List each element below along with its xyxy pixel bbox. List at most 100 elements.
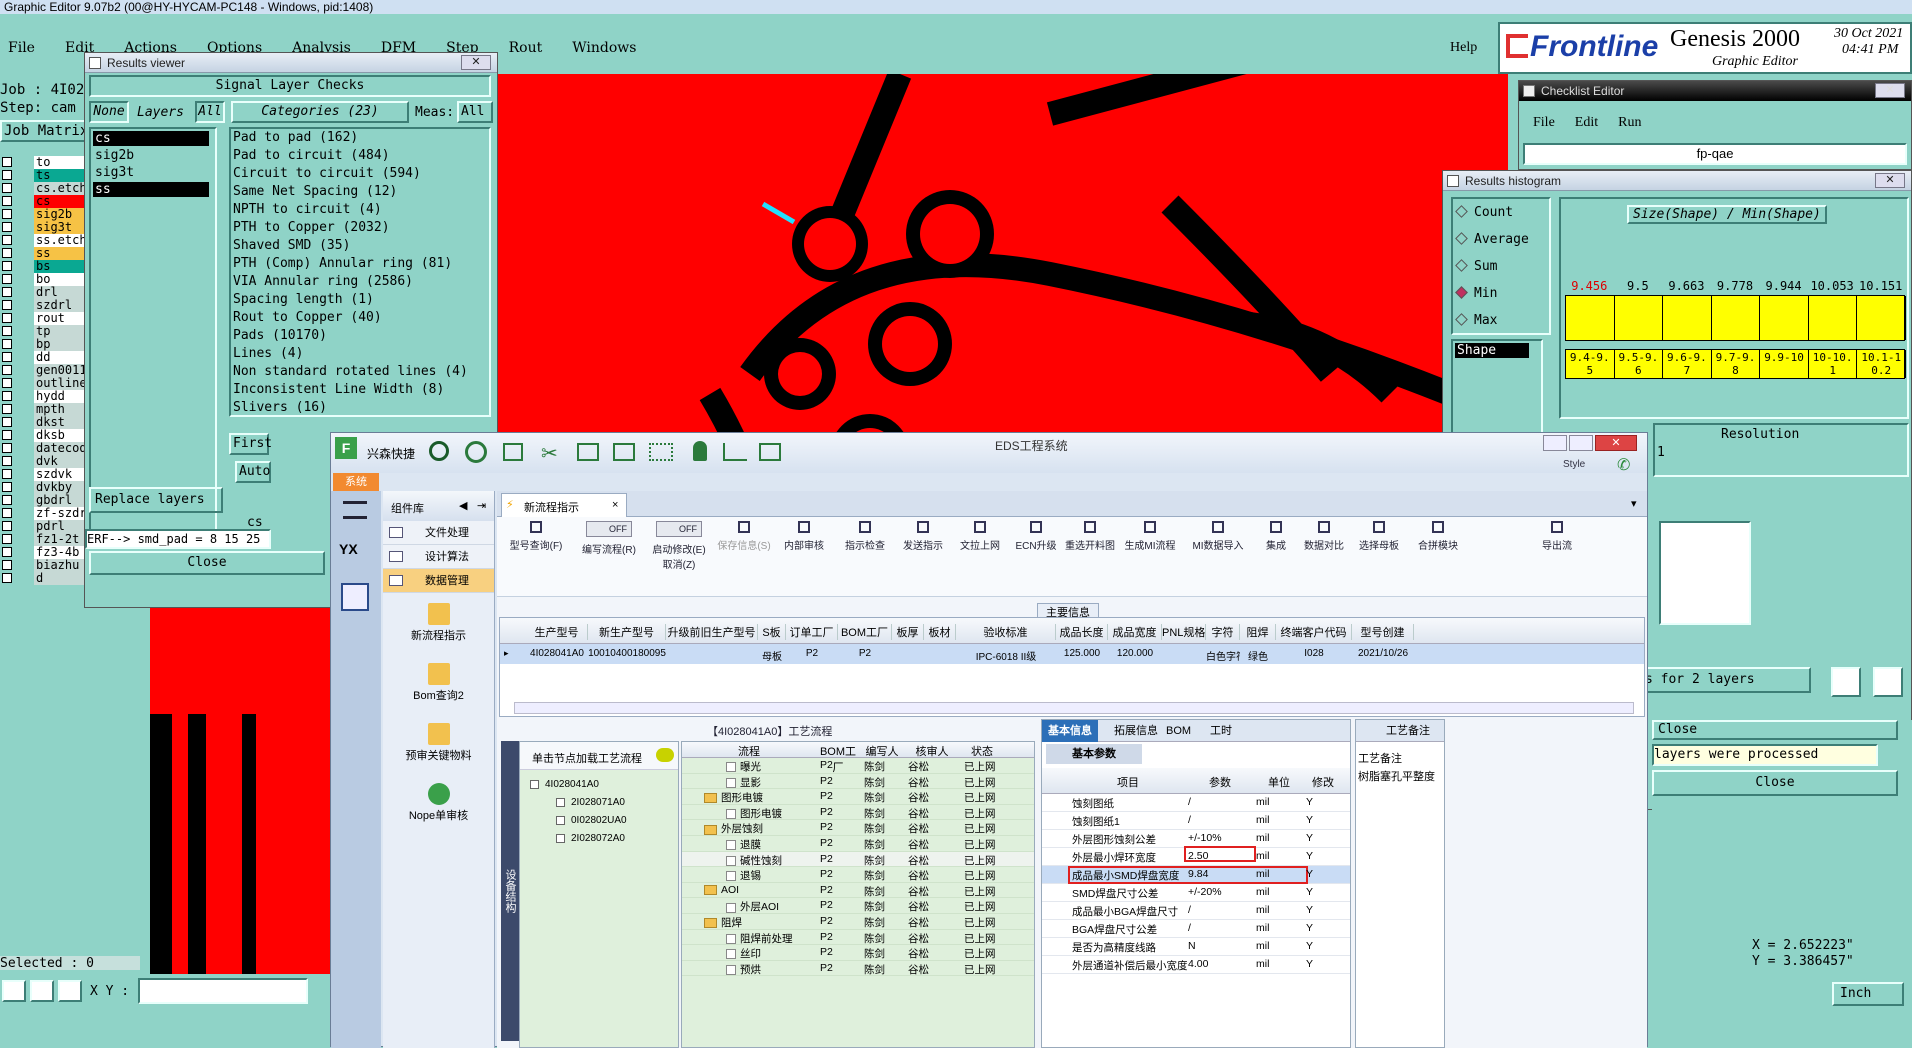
category-item[interactable]: Spacing length (1) xyxy=(231,291,489,309)
layer-checkbox[interactable] xyxy=(2,352,12,362)
monitor-icon[interactable] xyxy=(759,443,781,461)
layer-checkbox[interactable] xyxy=(2,495,12,505)
grid-icon[interactable] xyxy=(649,443,673,461)
horizontal-scrollbar[interactable] xyxy=(514,702,1634,714)
layer-checkbox[interactable] xyxy=(2,560,12,570)
toolbar-button[interactable]: 合拼模块 xyxy=(1409,519,1467,593)
tree-node[interactable]: 2I028072A0 xyxy=(530,830,678,848)
toolbar-button[interactable]: OFF 编写流程(R) xyxy=(575,519,643,593)
layer-checkbox[interactable] xyxy=(2,287,12,297)
toolbar-button[interactable]: 选择母板 xyxy=(1349,519,1409,593)
histogram-bar[interactable] xyxy=(1566,296,1615,340)
calculator-icon[interactable] xyxy=(341,583,369,611)
column-header[interactable]: 型号创建 xyxy=(1352,624,1414,640)
param-column-header[interactable]: 项目 xyxy=(1070,774,1186,790)
column-header[interactable]: 验收标准 xyxy=(956,624,1056,640)
table-cell[interactable]: I028 xyxy=(1276,648,1352,659)
param-value[interactable]: 9.84 xyxy=(1188,868,1208,880)
chart-icon[interactable] xyxy=(613,443,635,461)
tab-new-flow[interactable]: ⚡ 新流程指示 × xyxy=(501,493,627,517)
pin-icon[interactable]: ⇥ xyxy=(477,499,486,512)
layer-checkbox[interactable] xyxy=(2,534,12,544)
table-cell[interactable]: 4I028041A0 xyxy=(526,648,588,659)
param-column-header[interactable]: 修改 xyxy=(1304,774,1342,790)
layer-checkbox[interactable] xyxy=(2,417,12,427)
layer-checkbox[interactable] xyxy=(2,170,12,180)
layer-checkbox[interactable] xyxy=(2,261,12,271)
flow-row[interactable]: 阻焊前处理 P2 陈剑 谷松 已上网 xyxy=(682,930,1034,946)
layer-checkbox[interactable] xyxy=(2,274,12,284)
menu-icon[interactable] xyxy=(343,501,367,519)
option-min[interactable]: Min xyxy=(1453,280,1549,307)
param-value[interactable]: 4.00 xyxy=(1188,958,1208,970)
unit-select[interactable]: Inch xyxy=(1832,982,1904,1006)
flow-row[interactable]: 退锡 P2 陈剑 谷松 已上网 xyxy=(682,867,1034,883)
results-layer-item[interactable]: ss xyxy=(93,182,209,197)
category-item[interactable]: Same Net Spacing (12) xyxy=(231,183,489,201)
menu-windows[interactable]: Windows xyxy=(572,40,636,56)
flow-row[interactable]: 丝印 P2 陈剑 谷松 已上网 xyxy=(682,945,1034,961)
category-item[interactable]: Pad to circuit (484) xyxy=(231,147,489,165)
toolbar-button[interactable]: OFF 启动修改(E) 取消(Z) xyxy=(643,519,715,593)
param-value[interactable]: / xyxy=(1188,796,1191,808)
table-cell[interactable]: 120.000 xyxy=(1108,648,1162,659)
table-cell[interactable]: 绿色 xyxy=(1240,648,1276,663)
flow-row[interactable]: AOI P2 陈剑 谷松 已上网 xyxy=(682,883,1034,899)
category-item[interactable]: Rout to Copper (40) xyxy=(231,309,489,327)
layer-checkbox[interactable] xyxy=(2,339,12,349)
column-header[interactable]: 生产型号 xyxy=(526,624,588,640)
param-row[interactable]: 外层通道补偿后最小宽度 4.00 mil Y xyxy=(1042,956,1350,974)
globe-icon[interactable] xyxy=(465,441,487,463)
toolbar-button[interactable]: 集成 xyxy=(1253,519,1299,593)
histogram-bar[interactable] xyxy=(1712,296,1761,340)
flow-column-header[interactable]: 编写人 xyxy=(860,743,904,759)
layer-checkbox[interactable] xyxy=(2,248,12,258)
option-max[interactable]: Max xyxy=(1453,307,1549,334)
column-header[interactable]: PNL规格 xyxy=(1162,624,1206,640)
category-item[interactable]: Pad to pad (162) xyxy=(231,129,489,147)
all-button[interactable]: All xyxy=(195,101,225,123)
flow-row[interactable]: 图形电镀 P2 陈剑 谷松 已上网 xyxy=(682,789,1034,805)
phone-icon[interactable]: ✆ xyxy=(1617,455,1630,475)
layer-checkbox[interactable] xyxy=(2,300,12,310)
param-row[interactable]: BGA焊盘尺寸公差 / mil Y xyxy=(1042,920,1350,938)
param-value[interactable]: +/-10% xyxy=(1188,832,1222,844)
side-tab[interactable]: 设备结构 xyxy=(501,741,519,1041)
column-header[interactable]: BOM工厂 xyxy=(838,624,892,640)
yx-logo-icon[interactable]: YX xyxy=(339,541,358,557)
processed-close-button[interactable]: Close xyxy=(1652,770,1898,796)
tool-item[interactable]: Nope单审核 xyxy=(383,783,494,839)
column-header[interactable]: 订单工厂 xyxy=(786,624,838,640)
layer-checkbox[interactable] xyxy=(2,326,12,336)
maximize-icon[interactable] xyxy=(1569,435,1593,451)
checklist-menu-run[interactable]: Run xyxy=(1618,115,1641,130)
category-item[interactable]: Circuit to circuit (594) xyxy=(231,165,489,183)
table-cell[interactable]: IPC-6018 II级 xyxy=(956,648,1056,663)
layer-checkbox[interactable] xyxy=(2,573,12,583)
flow-row[interactable]: 阻焊 P2 陈剑 谷松 已上网 xyxy=(682,914,1034,930)
table-cell[interactable]: 125.000 xyxy=(1056,648,1108,659)
layer-checkbox[interactable] xyxy=(2,183,12,193)
histogram-bar[interactable] xyxy=(1663,296,1712,340)
results-layer-item[interactable]: cs xyxy=(93,131,209,146)
area-chart-icon[interactable] xyxy=(723,443,747,461)
flow-column-header[interactable]: 状态 xyxy=(960,743,1004,759)
category-item[interactable]: Slivers (16) xyxy=(231,399,489,415)
xy-input[interactable] xyxy=(138,978,308,1004)
table-cell[interactable]: P2 xyxy=(786,648,838,659)
tool-icon[interactable] xyxy=(30,980,54,1002)
layer-icon[interactable] xyxy=(1831,667,1861,697)
tree-node[interactable]: 0I02802UA0 xyxy=(530,812,678,830)
tool-icon[interactable] xyxy=(2,980,26,1002)
flow-row[interactable]: 图形电镀 P2 陈剑 谷松 已上网 xyxy=(682,805,1034,821)
close-icon[interactable]: × xyxy=(612,499,618,511)
tool-item[interactable]: 新流程指示 xyxy=(383,603,494,659)
flow-row[interactable]: 退膜 P2 陈剑 谷松 已上网 xyxy=(682,836,1034,852)
layer-checkbox[interactable] xyxy=(2,482,12,492)
column-header[interactable]: 板材 xyxy=(924,624,956,640)
results-layer-item[interactable]: sig3t xyxy=(93,165,213,180)
table-icon[interactable] xyxy=(503,443,523,461)
search-icon[interactable] xyxy=(429,441,449,461)
none-button[interactable]: None xyxy=(89,101,129,123)
category-item[interactable]: Inconsistent Line Width (8) xyxy=(231,381,489,399)
